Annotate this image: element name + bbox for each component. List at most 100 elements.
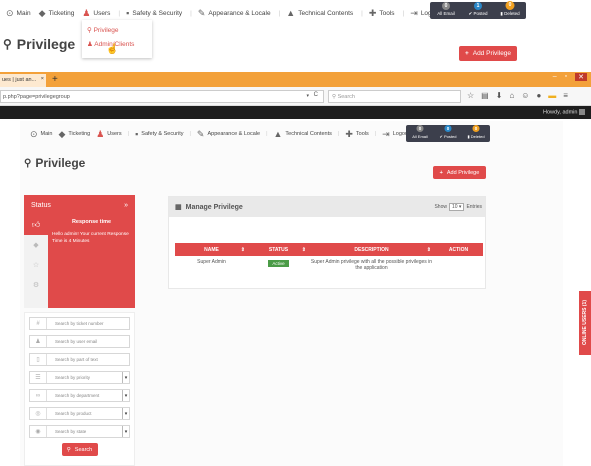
count-badge: 0	[442, 2, 450, 10]
inner-nav-safety[interactable]: ▪ Safety & Security	[135, 129, 183, 139]
nav-appearance[interactable]: ✎ Appearance & Locale	[198, 8, 271, 19]
text-search-input[interactable]: ▯ Search by part of text	[29, 353, 130, 366]
inner-notif-posted[interactable]: 0 ✔ Posted	[434, 125, 462, 142]
sort-icon: ⇕	[426, 246, 431, 253]
notif-posted[interactable]: 1 ✔ Posted	[462, 2, 494, 19]
column-status[interactable]: STATUS ⇕	[248, 243, 309, 256]
column-action[interactable]: ACTION	[434, 243, 483, 256]
divider: |	[374, 131, 377, 137]
logout-icon: ⇥	[410, 7, 418, 18]
table-icon: ▦	[175, 204, 182, 211]
bookmark-star-icon[interactable]: ☆	[467, 91, 474, 100]
nav-safety[interactable]: ▪ Safety & Security	[126, 8, 182, 18]
inner-nav-technical[interactable]: ▲ Technical Contents	[274, 129, 332, 139]
close-icon[interactable]: ✕	[575, 73, 587, 81]
count-badge: 0	[444, 125, 452, 132]
search-button[interactable]: ⚲ Search	[61, 443, 98, 456]
addon-dark-icon[interactable]: ●	[536, 91, 541, 100]
nav-tools[interactable]: ✚ Tools	[369, 8, 395, 19]
product-select[interactable]: ◎ Search by product ▾	[29, 407, 130, 420]
trash-icon: ▮	[500, 11, 503, 16]
entries-select[interactable]: 10 ▾	[448, 203, 465, 211]
users-dropdown: ⚲ Privilege ♟ Admin/Clients ☝	[82, 20, 152, 58]
key-icon: ⚲	[3, 37, 12, 51]
column-description[interactable]: DESCRIPTION ⇕	[309, 243, 434, 256]
column-name[interactable]: NAME ⇕	[175, 243, 248, 256]
divider: |	[190, 9, 192, 17]
department-select[interactable]: ∞ Search by department ▾	[29, 389, 130, 402]
nav-users[interactable]: ♟ Users	[82, 8, 110, 19]
divider: |	[118, 9, 121, 17]
background-page-title: ⚲ Privilege	[3, 36, 76, 52]
reload-icon[interactable]: C	[314, 92, 318, 98]
mouse-cursor: ☝	[106, 44, 119, 55]
reading-list-icon[interactable]: ▤	[481, 91, 489, 100]
nav-main[interactable]: ⊙ Main	[6, 8, 31, 19]
notif-deleted[interactable]: 0 ▮ Deleted	[494, 1, 526, 19]
status-header[interactable]: Status »	[24, 195, 135, 215]
inner-nav-ticketing[interactable]: ◆ Ticketing	[58, 129, 90, 140]
browser-search-bar[interactable]: ⚲ Search	[328, 90, 461, 103]
settings-icon[interactable]: ⚙	[33, 275, 39, 295]
plus-icon: +	[439, 169, 443, 176]
nav-technical[interactable]: ▲ Technical Contents	[286, 8, 353, 18]
cell-description: Super Admin privilege with all the possi…	[310, 259, 433, 271]
inner-nav-tools[interactable]: ✚ Tools	[345, 129, 368, 140]
inner-nav-appearance[interactable]: ✎ Appearance & Locale	[197, 129, 260, 140]
dropdown-item-privilege[interactable]: ⚲ Privilege	[82, 20, 152, 37]
thumbs-up-icon[interactable]: 👍︎	[24, 215, 48, 235]
chevron-down-icon: ▾	[122, 390, 129, 401]
inner-nav-main[interactable]: ⊙ Main	[30, 129, 52, 140]
url-bar[interactable]: p.php?page=privilegegroup ▾ C	[0, 90, 324, 103]
home-icon: ⊙	[30, 128, 38, 139]
page-title: ⚲ Privilege	[24, 156, 86, 170]
user-icon: ♟	[30, 336, 47, 347]
addon-yellow-icon[interactable]: ▬	[548, 91, 556, 100]
tag-icon: ◆	[38, 7, 46, 18]
download-icon[interactable]: ⬇	[496, 91, 503, 100]
new-tab-button[interactable]: +	[52, 74, 58, 85]
greeting[interactable]: Howdy, admin	[543, 109, 585, 115]
addon-icon[interactable]: ☺	[521, 91, 529, 100]
top-nav: ⊙ Main ◆ Ticketing ♟ Users | ▪ Safety & Secu…	[6, 7, 449, 19]
search-icon: ⚲	[66, 446, 71, 453]
collapse-toggle-icon[interactable]: »	[124, 202, 128, 209]
tab-close-icon[interactable]: ×	[41, 76, 44, 82]
window-controls: ‒ ▫ ✕	[553, 73, 587, 81]
browser-icons: ☆ ▤ ⬇ ⌂ ☺ ● ▬ ≡	[467, 91, 568, 100]
check-icon: ✔	[439, 134, 443, 139]
brush-icon: ✎	[197, 7, 206, 18]
state-select[interactable]: ◉ Search by state ▾	[29, 425, 130, 438]
ticket-number-search-input[interactable]: # Search by ticket number	[29, 317, 130, 330]
divider: |	[189, 131, 191, 137]
logout-icon: ⇥	[382, 128, 390, 139]
manage-privilege-panel: ▦ Manage Privilege Show 10 ▾ Entries NAM…	[168, 196, 486, 289]
notif-all-email[interactable]: 0 All Email	[430, 2, 462, 19]
dropdown-icon[interactable]: ▾	[306, 93, 309, 99]
inner-notif-all-email[interactable]: 0 All Email	[406, 125, 434, 142]
status-panel: Status » 👍︎ ◆ ☆ ⚙ Response time Hello ad…	[24, 195, 135, 308]
add-privilege-button[interactable]: + Add Privilege	[433, 166, 486, 179]
check-icon: ✔	[468, 11, 473, 16]
tag-icon[interactable]: ◆	[33, 235, 38, 255]
star-icon[interactable]: ☆	[33, 255, 39, 275]
background-add-privilege-button[interactable]: + Add Privilege	[459, 46, 517, 61]
menu-icon[interactable]: ≡	[563, 91, 568, 100]
chevron-down-icon: ▾	[122, 426, 129, 437]
avatar	[579, 109, 585, 115]
search-icon: ⚲	[332, 94, 337, 100]
user-email-search-input[interactable]: ♟ Search by user email	[29, 335, 130, 348]
sort-icon: ⇕	[240, 246, 245, 253]
nav-ticketing[interactable]: ◆ Ticketing	[39, 8, 75, 19]
list-icon: ☰	[30, 372, 47, 383]
browser-tab[interactable]: ues | just an... ×	[0, 74, 46, 87]
inner-notif-deleted[interactable]: 0 ▮ Deleted	[462, 125, 490, 142]
inner-nav-users[interactable]: ♟ Users	[96, 129, 121, 140]
file-icon: ▯	[30, 354, 47, 365]
priority-select[interactable]: ☰ Search by priority ▾	[29, 371, 130, 384]
online-users-tab[interactable]: ONLINE USERS (1)	[579, 291, 591, 355]
home-icon[interactable]: ⌂	[509, 91, 514, 100]
minimize-icon[interactable]: ‒	[553, 73, 557, 81]
maximize-icon[interactable]: ▫	[565, 73, 567, 81]
trash-icon: ▮	[467, 134, 470, 139]
